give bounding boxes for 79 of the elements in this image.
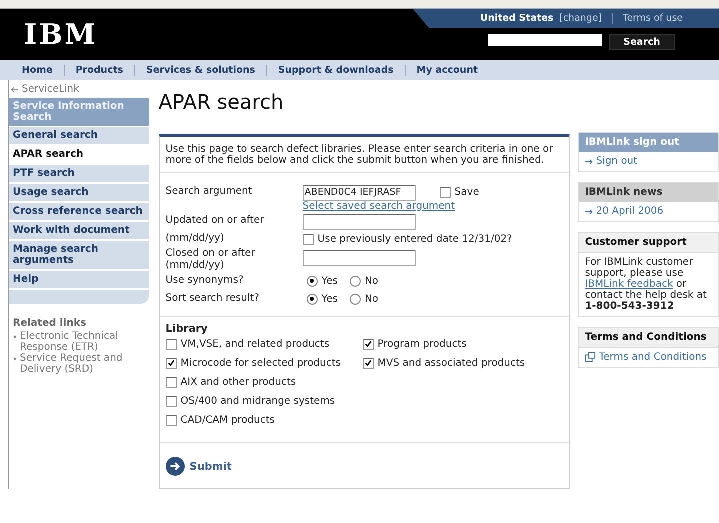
intro-text: Use this page to search defect libraries. Please enter search criteria in one or more of the fields below and click the submit button when you are finished. — [160, 137, 570, 173]
nav-link[interactable]: Products — [76, 64, 124, 76]
news-link[interactable]: 20 April 2006 — [596, 206, 664, 217]
checkbox-label: AIX and other products — [180, 377, 296, 388]
radio-button[interactable] — [350, 294, 361, 304]
arrow-icon — [585, 158, 594, 164]
sidebar-heading: Service Information Search — [9, 98, 149, 126]
checkbox-label: VM,VSE, and related products — [180, 339, 330, 350]
page-title: APAR search — [158, 90, 285, 114]
sidebar-item[interactable]: Manage search arguments — [9, 241, 149, 269]
radio-label: No — [364, 294, 379, 304]
sidebar-item[interactable]: Help — [9, 271, 149, 288]
checkbox[interactable] — [166, 377, 177, 388]
country-label: United States — [480, 13, 554, 24]
logo[interactable]: IBM — [0, 9, 98, 60]
date-field[interactable] — [302, 250, 416, 266]
save-checkbox[interactable] — [440, 186, 451, 198]
sidebar-item[interactable]: Cross reference search — [9, 203, 149, 220]
terms-link[interactable]: Terms and Conditions — [599, 352, 707, 363]
arrow-circle-icon[interactable] — [166, 457, 185, 476]
field-label: Use synonyms? — [166, 274, 245, 288]
checkbox[interactable] — [362, 358, 374, 369]
nav-link[interactable]: Home — [22, 64, 53, 76]
radio-label: Yes — [322, 276, 338, 286]
field-label: Search argument — [166, 185, 254, 199]
back-link[interactable]: ServiceLink — [22, 84, 80, 95]
library-heading: Library — [166, 323, 209, 335]
bullet-icon — [13, 357, 17, 361]
feedback-link[interactable]: IBMLink feedback — [585, 279, 674, 290]
checkbox[interactable] — [166, 415, 177, 426]
radio-label: Yes — [322, 294, 338, 304]
submit-link[interactable]: Submit — [190, 460, 232, 472]
field-label: Sort search result? — [166, 292, 260, 306]
saved-argument-link[interactable]: Select saved search argument — [302, 201, 480, 212]
checkbox[interactable] — [166, 339, 177, 350]
related-link[interactable]: Service Request and Delivery (SRD) — [20, 353, 149, 375]
panel-heading: Customer support — [579, 233, 718, 253]
field-label: Updated on or after — [166, 214, 266, 228]
change-link[interactable]: [change] — [560, 13, 602, 24]
field-label: (mm/dd/yy) — [166, 232, 226, 246]
sign-out-link[interactable]: Sign out — [596, 156, 638, 167]
checkbox-label: Use previously entered date 12/31/02? — [318, 234, 512, 244]
checkbox-label: MVS and associated products — [378, 358, 526, 369]
checkbox[interactable] — [302, 234, 314, 244]
panel-heading: IBMLink sign out — [579, 133, 718, 152]
checkbox-label: Save — [454, 186, 480, 198]
checkbox[interactable] — [362, 339, 374, 350]
sidebar-item[interactable]: PTF search — [9, 165, 149, 182]
sidebar-item[interactable]: General search — [9, 127, 149, 144]
terms-link[interactable]: Terms of use — [623, 13, 683, 24]
panel-heading: IBMLink news — [579, 183, 718, 202]
new-window-icon — [585, 352, 596, 363]
bullet-icon — [13, 335, 17, 339]
checkbox-label: Program products — [378, 339, 467, 350]
nav-link[interactable]: Services & solutions — [146, 64, 256, 76]
checkbox[interactable] — [166, 396, 177, 407]
search-field[interactable] — [488, 34, 602, 46]
sidebar-item[interactable]: Usage search — [9, 184, 149, 201]
radio-button[interactable] — [350, 276, 361, 286]
related-link[interactable]: Electronic Technical Response (ETR) — [20, 331, 149, 353]
search-argument-field[interactable]: ABEND0C4 IEFJRASF — [302, 185, 416, 201]
checkbox-label: CAD/CAM products — [180, 415, 275, 426]
nav-link[interactable]: Support & downloads — [278, 64, 394, 76]
panel-heading: Terms and Conditions — [579, 328, 718, 348]
radio-label: No — [364, 276, 379, 286]
nav-link[interactable]: My account — [416, 64, 478, 76]
support-text: For IBMLink customer support, please use IBMLink feedback or contact the help desk at 1-800-543-3912 — [585, 257, 708, 312]
date-field[interactable] — [302, 214, 416, 230]
field-label: Closed on or after (mm/dd/yy) — [166, 248, 256, 272]
checkbox-label: Microcode for selected products — [180, 358, 341, 369]
radio-button[interactable] — [306, 294, 318, 304]
checkbox-label: OS/400 and midrange systems — [180, 396, 336, 407]
back-arrow-icon — [11, 87, 19, 93]
sidebar-item[interactable]: Work with document — [9, 222, 149, 239]
arrow-icon — [585, 208, 594, 214]
search-button[interactable]: Search — [609, 34, 675, 50]
related-links-title: Related links — [13, 318, 88, 329]
checkbox[interactable] — [166, 358, 177, 369]
radio-button[interactable] — [306, 276, 318, 286]
